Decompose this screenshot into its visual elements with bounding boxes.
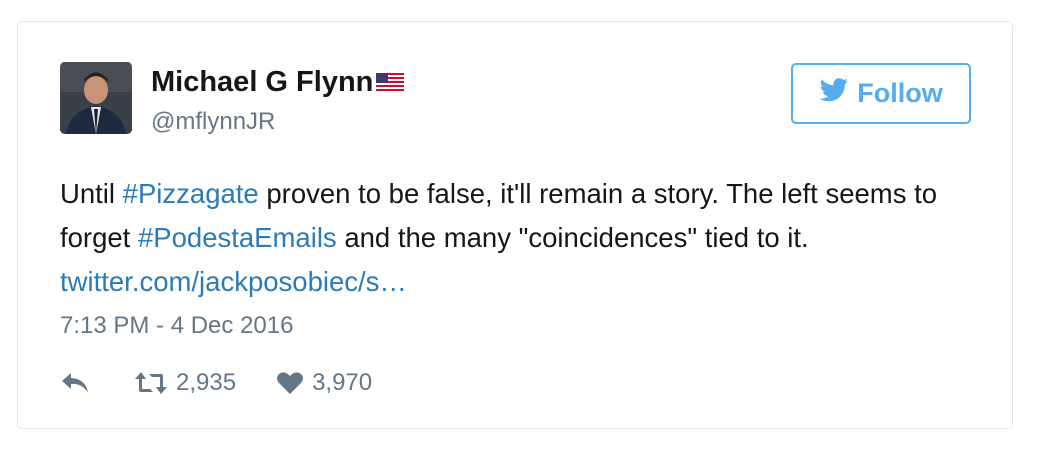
- reply-button[interactable]: [60, 371, 92, 395]
- us-flag-icon: [376, 66, 405, 99]
- tweet-text: Until #Pizzagate proven to be false, it'…: [60, 172, 980, 304]
- twitter-bird-icon: [819, 78, 849, 109]
- hashtag-link[interactable]: #PodestaEmails: [138, 222, 337, 253]
- tweet-actions: 2,935 3,970: [60, 367, 372, 399]
- retweet-count: 2,935: [176, 369, 237, 396]
- retweet-button[interactable]: 2,935: [134, 369, 236, 397]
- like-button[interactable]: 3,970: [276, 369, 372, 397]
- tweet-text-part: and the many "coincidences" tied to it.: [336, 222, 809, 253]
- retweet-icon: [134, 371, 168, 395]
- follow-button[interactable]: Follow: [791, 63, 971, 124]
- tweet-card: Michael G Flynn @mflynnJR Follow Until #…: [17, 21, 1013, 429]
- url-link[interactable]: twitter.com/jackposobiec/s…: [60, 266, 407, 297]
- author-name-text: Michael G Flynn: [151, 66, 374, 98]
- like-count: 3,970: [312, 369, 373, 396]
- reply-icon: [60, 371, 92, 395]
- heart-icon: [276, 371, 304, 395]
- tweet-text-part: Until: [60, 178, 123, 209]
- author-name[interactable]: Michael G Flynn: [151, 66, 405, 99]
- author-handle[interactable]: @mflynnJR: [151, 108, 275, 136]
- avatar[interactable]: [60, 62, 132, 134]
- follow-label: Follow: [857, 78, 943, 108]
- tweet-timestamp[interactable]: 7:13 PM - 4 Dec 2016: [60, 312, 293, 340]
- hashtag-link[interactable]: #Pizzagate: [123, 178, 259, 209]
